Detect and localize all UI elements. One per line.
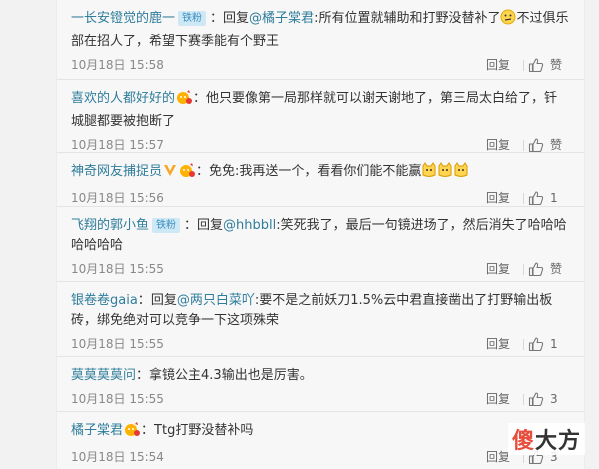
watermark-black-chars: 大方 bbox=[534, 429, 581, 454]
reply-mention[interactable]: @橘子棠君 bbox=[249, 11, 314, 26]
comment-username[interactable]: 莫莫莫莫问 bbox=[71, 368, 136, 383]
reply-button[interactable]: 回复 bbox=[486, 331, 510, 357]
comment-body: :所有位置就辅助和打野没替补了 bbox=[314, 11, 501, 26]
verified-v-icon bbox=[162, 162, 178, 185]
comment-list: 一长安镫觉的鹿一 铁粉 ：回复@橘子棠君:所有位置就辅助和打野没替补了 不过俱乐部在招… bbox=[56, 0, 585, 469]
reply-label: 回复 bbox=[223, 11, 250, 26]
thumbs-up-icon bbox=[528, 58, 544, 73]
comment-username[interactable]: 橘子棠君 bbox=[71, 423, 123, 438]
comment-text: 银卷卷gaia：回复@两只白菜吖:要不是之前妖刀1.5%云中君直接凿出了打野输出… bbox=[71, 291, 570, 331]
timestamp: 10月18日 15:55 bbox=[71, 262, 164, 276]
reply-mention[interactable]: @两只白菜吖 bbox=[177, 293, 255, 308]
divider bbox=[523, 60, 524, 71]
reply-label: 回复 bbox=[150, 293, 177, 308]
reply-label: 回复 bbox=[197, 218, 224, 233]
reply-button[interactable]: 回复 bbox=[486, 52, 510, 78]
comment-meta: 10月18日 15:55 回复 1 bbox=[71, 331, 570, 357]
comment-item: 莫莫莫莫问：拿镜公主4.3输出也是厉害。 10月18日 15:55 回复 3 bbox=[57, 357, 584, 412]
comment-meta: 10月18日 15:54 回复 3 bbox=[71, 444, 570, 469]
comment-body: 拿镜公主4.3输出也是厉害。 bbox=[149, 368, 313, 383]
timestamp: 10月18日 15:58 bbox=[71, 58, 164, 72]
reply-mention[interactable]: @hhbbll bbox=[223, 218, 276, 233]
fan-badge: 铁粉 bbox=[152, 218, 181, 233]
comment-text: 喜欢的人都好好的 ：他只要像第一局那样就可以谢天谢地了，第三局太白给了，钎城腿都要… bbox=[71, 89, 570, 132]
like-count: 3 bbox=[550, 392, 558, 406]
divider bbox=[523, 394, 524, 405]
comment-meta: 10月18日 15:58 回复 赞 bbox=[71, 52, 570, 78]
comment-item: 神奇网友捕捉员 ：免免:我再送一个，看看你们能不能赢 10月18日 15:56 回… bbox=[57, 153, 584, 207]
vip-fan-icon bbox=[123, 421, 141, 444]
timestamp: 10月18日 15:55 bbox=[71, 337, 164, 351]
thumbs-up-icon bbox=[528, 392, 544, 407]
comment-meta: 10月18日 15:55 回复 赞 bbox=[71, 256, 570, 282]
cat-face-emoji-icon bbox=[421, 162, 469, 185]
reply-button[interactable]: 回复 bbox=[486, 444, 510, 469]
name-separator: ： bbox=[210, 11, 224, 26]
watermark-logo: 傻大方 bbox=[507, 423, 585, 455]
comment-username[interactable]: 飞翔的郭小鱼 bbox=[71, 218, 149, 233]
comment-username[interactable]: 神奇网友捕捉员 bbox=[71, 164, 162, 179]
comment-item: 橘子棠君 ：Ttg打野没替补吗 10月18日 15:54 回复 3 bbox=[57, 412, 584, 469]
fan-badge: 铁粉 bbox=[178, 11, 207, 26]
like-count: 赞 bbox=[550, 58, 563, 72]
like-count: 赞 bbox=[550, 262, 563, 276]
timestamp: 10月18日 15:55 bbox=[71, 392, 164, 406]
divider bbox=[523, 264, 524, 275]
comment-body: Ttg打野没替补吗 bbox=[154, 423, 254, 438]
watermark-red-char: 傻 bbox=[511, 429, 535, 454]
comment-text: 橘子棠君 ：Ttg打野没替补吗 bbox=[71, 421, 570, 444]
divider bbox=[523, 140, 524, 151]
comment-text: 神奇网友捕捉员 ：免免:我再送一个，看看你们能不能赢 bbox=[71, 162, 570, 185]
name-separator: ： bbox=[193, 91, 207, 106]
comment-meta: 10月18日 15:55 回复 3 bbox=[71, 386, 570, 412]
name-separator: ： bbox=[137, 293, 151, 308]
reply-button[interactable]: 回复 bbox=[486, 256, 510, 282]
comment-username[interactable]: 银卷卷gaia bbox=[71, 293, 138, 308]
vip-fan-icon bbox=[178, 162, 196, 185]
timestamp: 10月18日 15:54 bbox=[71, 450, 164, 464]
thumbs-up-icon bbox=[528, 191, 544, 206]
thumbs-up-icon bbox=[528, 138, 544, 153]
name-separator: ： bbox=[184, 218, 198, 233]
vip-fan-icon bbox=[175, 89, 193, 112]
divider bbox=[523, 339, 524, 350]
reply-button[interactable]: 回复 bbox=[486, 386, 510, 412]
name-separator: ： bbox=[141, 423, 155, 438]
like-count: 1 bbox=[550, 337, 558, 351]
comment-text: 一长安镫觉的鹿一 铁粉 ：回复@橘子棠君:所有位置就辅助和打野没替补了 不过俱乐部在招… bbox=[71, 9, 570, 52]
comment-text: 飞翔的郭小鱼 铁粉 ：回复@hhbbll:笑死我了，最后一句镜进场了，然后消失了哈哈… bbox=[71, 216, 570, 256]
thumbs-up-icon bbox=[528, 262, 544, 277]
comment-body: 免免:我再送一个，看看你们能不能赢 bbox=[209, 164, 422, 179]
thumbs-up-icon bbox=[528, 337, 544, 352]
comment-text: 莫莫莫莫问：拿镜公主4.3输出也是厉害。 bbox=[71, 366, 570, 386]
comment-username[interactable]: 喜欢的人都好好的 bbox=[71, 91, 175, 106]
comment-item: 飞翔的郭小鱼 铁粉 ：回复@hhbbll:笑死我了，最后一句镜进场了，然后消失了哈哈… bbox=[57, 207, 584, 282]
comment-item: 一长安镫觉的鹿一 铁粉 ：回复@橘子棠君:所有位置就辅助和打野没替补了 不过俱乐部在招… bbox=[57, 0, 584, 80]
name-separator: ： bbox=[136, 368, 150, 383]
comment-username[interactable]: 一长安镫觉的鹿一 bbox=[71, 11, 175, 26]
comment-item: 喜欢的人都好好的 ：他只要像第一局那样就可以谢天谢地了，第三局太白给了，钎城腿都要… bbox=[57, 80, 584, 153]
confused-emoji-icon bbox=[500, 9, 516, 32]
comment-item: 银卷卷gaia：回复@两只白菜吖:要不是之前妖刀1.5%云中君直接凿出了打野输出… bbox=[57, 282, 584, 357]
name-separator: ： bbox=[196, 164, 210, 179]
divider bbox=[523, 193, 524, 204]
